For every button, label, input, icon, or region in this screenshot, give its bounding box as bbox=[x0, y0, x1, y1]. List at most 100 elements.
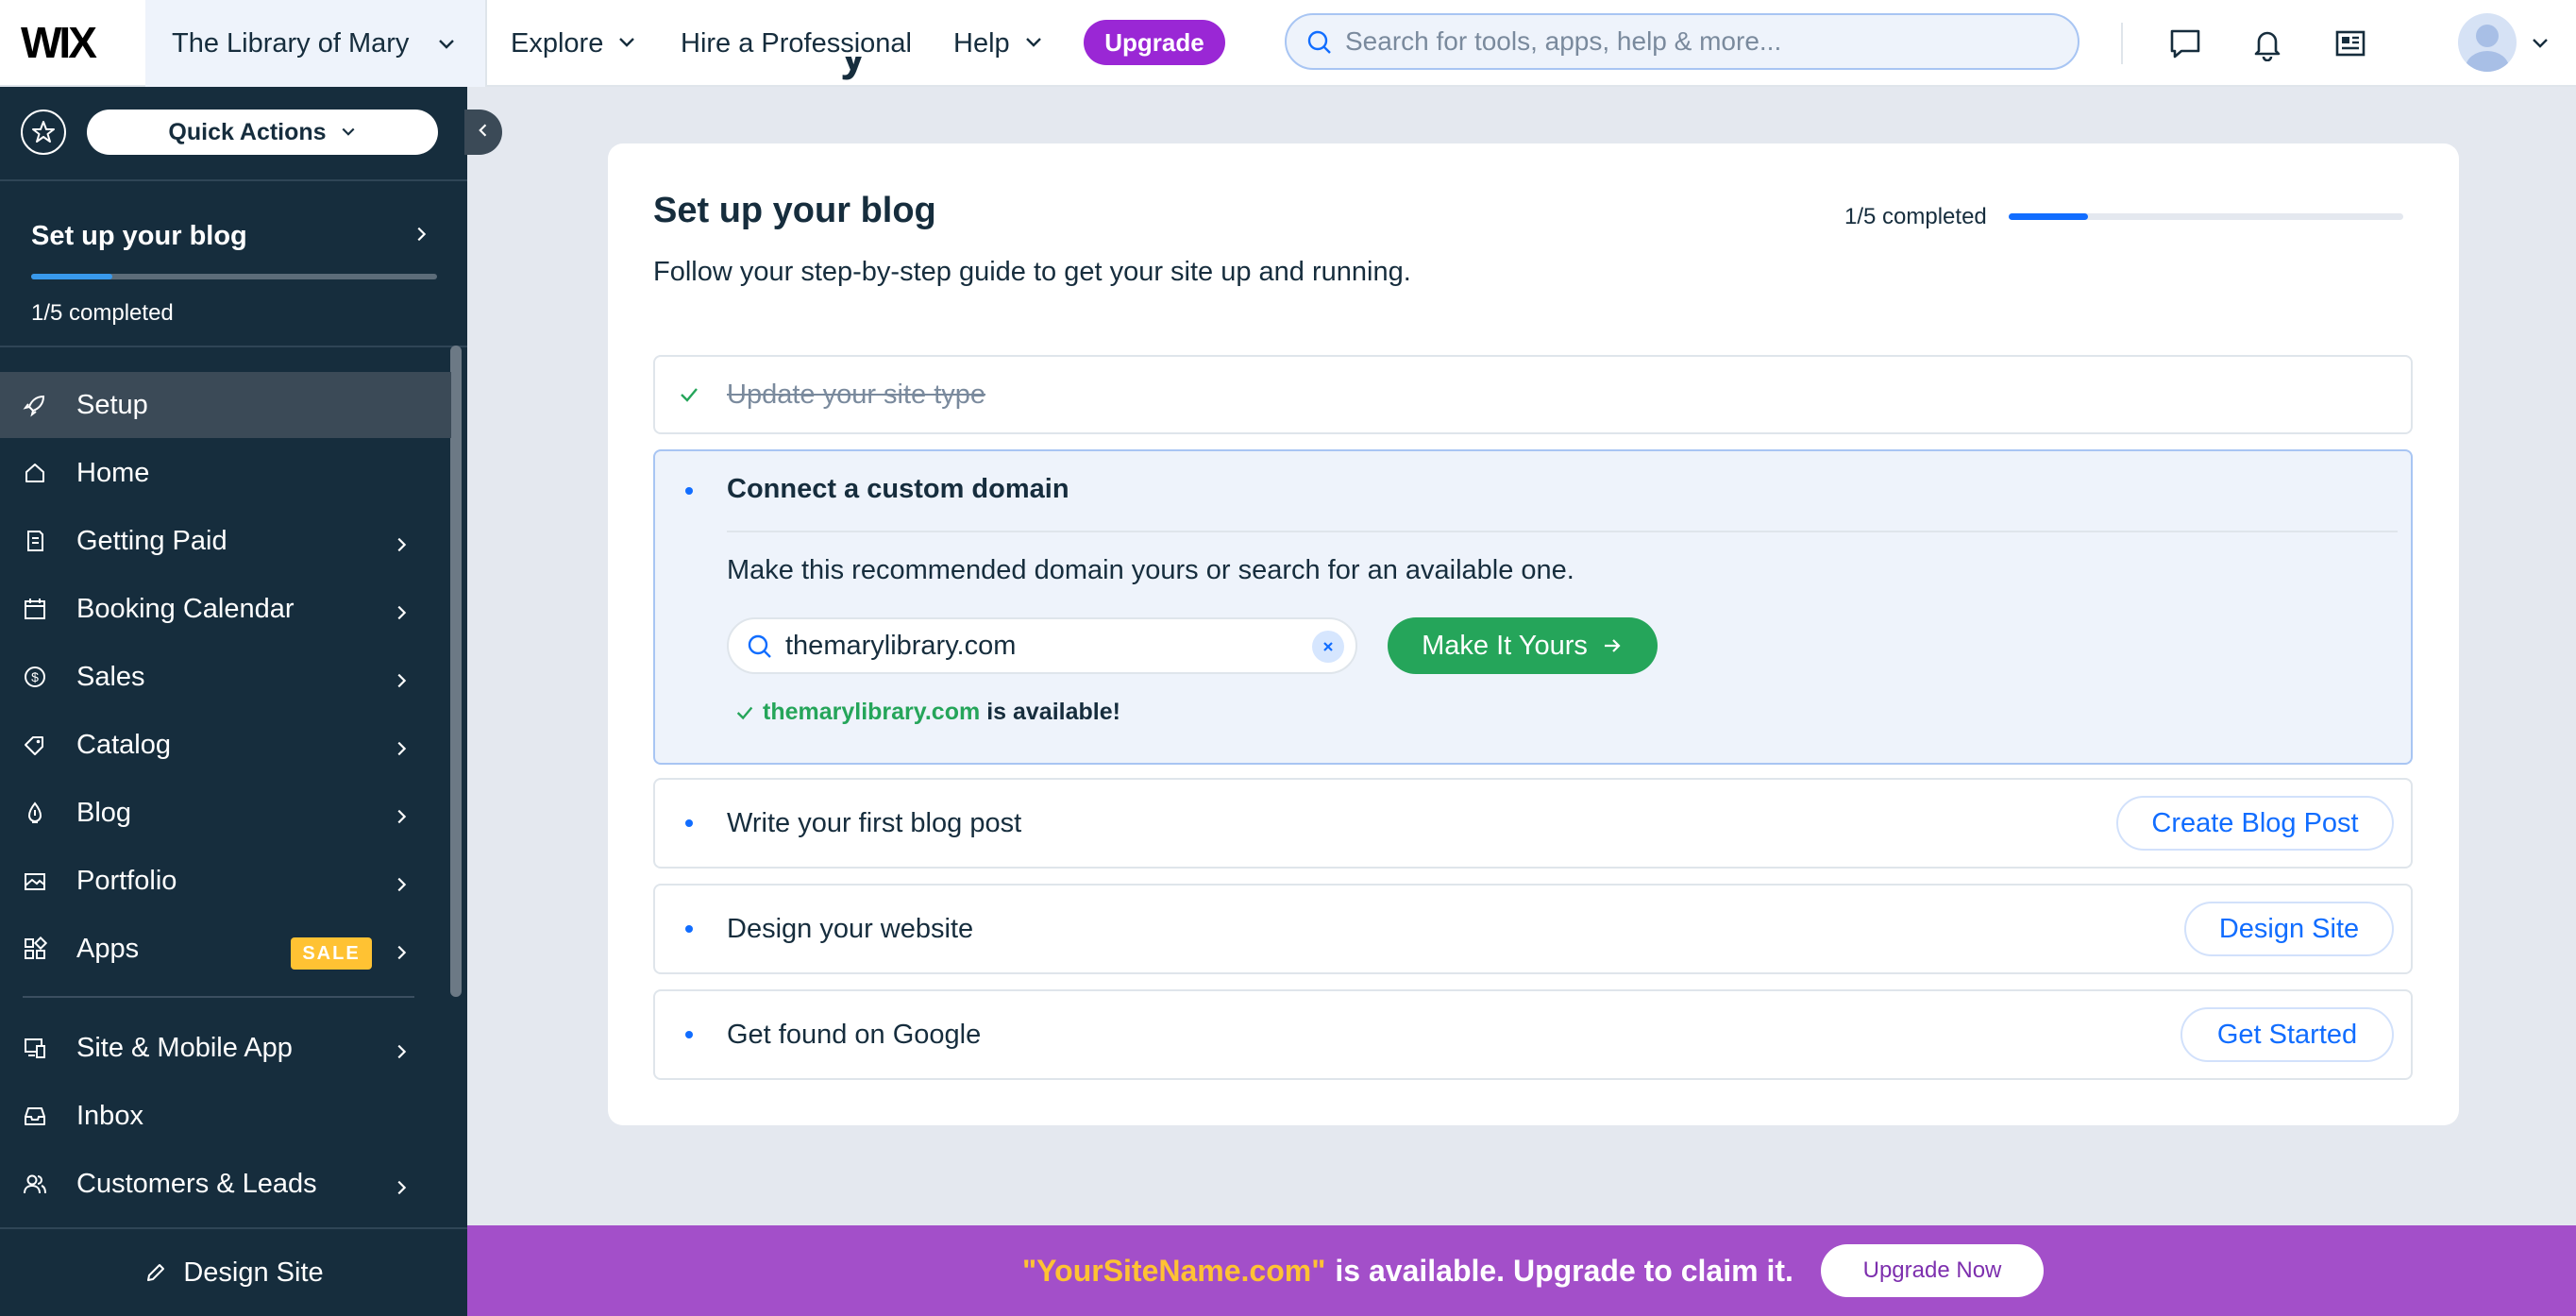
banner-domain: "YourSiteName.com" bbox=[1022, 1253, 1326, 1288]
sidebar-item-customers-leads[interactable]: Customers & Leads bbox=[0, 1151, 451, 1217]
domain-search-input[interactable]: themarylibrary.com bbox=[727, 617, 1357, 674]
step-bullet bbox=[685, 819, 693, 827]
step-label: Write your first blog post bbox=[727, 808, 1022, 838]
upgrade-button[interactable]: Upgrade bbox=[1084, 20, 1225, 65]
quick-actions-button[interactable]: Quick Actions bbox=[87, 110, 438, 155]
sidebar-divider bbox=[23, 996, 414, 998]
top-bar: WIX The Library of Mary Explore Hire a P… bbox=[0, 0, 2576, 87]
step-update-site-type[interactable]: Update your site type bbox=[653, 355, 2413, 434]
chat-icon[interactable] bbox=[2164, 23, 2206, 64]
customers-icon bbox=[23, 1172, 47, 1196]
collapse-sidebar-button[interactable] bbox=[464, 110, 502, 155]
step-bullet bbox=[685, 925, 693, 933]
avatar-icon[interactable] bbox=[2458, 13, 2517, 72]
home-icon bbox=[23, 461, 47, 485]
chevron-down-icon[interactable] bbox=[2530, 32, 2551, 58]
sidebar-item-getting-paid[interactable]: Getting Paid bbox=[0, 508, 451, 574]
sidebar-item-label: Blog bbox=[76, 797, 132, 828]
sidebar-item-label: Booking Calendar bbox=[76, 593, 295, 624]
sidebar-design-site-button[interactable]: Design Site bbox=[0, 1227, 467, 1316]
arrow-right-icon bbox=[1601, 634, 1624, 657]
chevron-down-icon bbox=[1023, 28, 1044, 59]
sidebar-item-blog[interactable]: Blog bbox=[0, 780, 451, 846]
chevron-right-icon[interactable] bbox=[412, 225, 430, 248]
site-name: The Library of Mary bbox=[172, 27, 410, 59]
chevron-right-icon bbox=[392, 870, 411, 902]
setup-card: Set up your blog Follow your step-by-ste… bbox=[608, 143, 2459, 1125]
search-icon bbox=[1305, 28, 1334, 63]
make-it-yours-button[interactable]: Make It Yours bbox=[1388, 617, 1658, 674]
setup-completed-text: 1/5 completed bbox=[1844, 204, 1987, 229]
sidebar-item-inbox[interactable]: Inbox bbox=[0, 1083, 451, 1149]
create-blog-post-button[interactable]: Create Blog Post bbox=[2116, 796, 2394, 851]
search-placeholder: Search for tools, apps, help & more... bbox=[1345, 26, 1782, 56]
nav-explore-label: Explore bbox=[511, 27, 604, 59]
clear-icon[interactable] bbox=[1312, 631, 1344, 663]
upgrade-banner: "YourSiteName.com" is available. Upgrade… bbox=[467, 1225, 2576, 1316]
nav-hire-label: Hire a Professional bbox=[681, 27, 912, 59]
nav-help[interactable]: Help bbox=[953, 0, 1044, 87]
step-write-blog-post: Write your first blog post Create Blog P… bbox=[653, 778, 2413, 869]
chevron-right-icon bbox=[392, 1173, 411, 1205]
sidebar-setup-progress bbox=[31, 274, 437, 279]
sidebar-design-site-label: Design Site bbox=[183, 1257, 324, 1288]
chevron-down-icon bbox=[340, 119, 357, 146]
calendar-icon bbox=[23, 597, 47, 621]
chevron-right-icon bbox=[392, 666, 411, 698]
search-icon bbox=[746, 633, 774, 668]
site-selector[interactable]: The Library of Mary bbox=[145, 0, 487, 87]
make-it-yours-label: Make It Yours bbox=[1422, 630, 1588, 661]
get-started-button[interactable]: Get Started bbox=[2180, 1007, 2394, 1062]
chevron-right-icon bbox=[392, 734, 411, 766]
chevron-down-icon bbox=[436, 30, 457, 61]
nav-explore[interactable]: Explore bbox=[511, 0, 637, 87]
step-label: Update your site type bbox=[727, 380, 986, 410]
domain-available-message: themarylibrary.com is available! bbox=[734, 699, 1120, 726]
sidebar-setup-progress-fill bbox=[31, 274, 112, 279]
apps-icon bbox=[23, 936, 47, 961]
sidebar-item-booking-calendar[interactable]: Booking Calendar bbox=[0, 576, 451, 642]
sidebar-scrollbar[interactable] bbox=[450, 346, 462, 997]
rocket-icon bbox=[23, 393, 47, 417]
search-input[interactable]: Search for tools, apps, help & more... bbox=[1285, 13, 2079, 70]
available-suffix: is available! bbox=[986, 699, 1120, 725]
check-icon bbox=[734, 702, 755, 723]
step-bullet bbox=[685, 487, 693, 495]
sidebar-item-label: Catalog bbox=[76, 729, 171, 760]
chevron-right-icon bbox=[392, 1038, 411, 1069]
domain-description: Make this recommended domain yours or se… bbox=[727, 555, 1574, 585]
available-domain: themarylibrary.com bbox=[763, 699, 981, 725]
sidebar-item-site-mobile-app[interactable]: Site & Mobile App bbox=[0, 1015, 451, 1081]
step-connect-domain: Connect a custom domain Make this recomm… bbox=[653, 449, 2413, 765]
sidebar-item-label: Apps bbox=[76, 933, 140, 964]
setup-progress-bar bbox=[2009, 213, 2403, 220]
design-site-button[interactable]: Design Site bbox=[2184, 902, 2394, 956]
upgrade-now-button[interactable]: Upgrade Now bbox=[1821, 1244, 2044, 1297]
page-title: Set up your blog bbox=[653, 191, 936, 230]
pen-nib-icon bbox=[23, 801, 47, 825]
step-label: Get found on Google bbox=[727, 1020, 982, 1050]
bell-icon[interactable] bbox=[2247, 23, 2288, 64]
inbox-icon bbox=[23, 1104, 47, 1128]
sidebar-item-apps[interactable]: Apps SALE bbox=[0, 916, 451, 982]
sidebar-item-home[interactable]: Home bbox=[0, 440, 451, 506]
sidebar-item-sales[interactable]: $ Sales bbox=[0, 644, 451, 710]
sidebar-item-setup[interactable]: Setup bbox=[0, 372, 451, 438]
sale-badge: SALE bbox=[291, 937, 372, 970]
sidebar-item-portfolio[interactable]: Portfolio bbox=[0, 848, 451, 914]
receipt-icon bbox=[23, 529, 47, 553]
sidebar: Quick Actions Set up your blog 1/5 compl… bbox=[0, 87, 467, 1316]
sidebar-setup-title[interactable]: Set up your blog bbox=[31, 221, 247, 252]
sidebar-divider bbox=[0, 179, 467, 181]
setup-progress-fill bbox=[2009, 213, 2088, 220]
banner-message: "YourSiteName.com" is available. Upgrade… bbox=[1022, 1225, 1793, 1316]
dollar-icon: $ bbox=[23, 665, 47, 689]
sidebar-divider bbox=[0, 346, 467, 347]
news-icon[interactable] bbox=[2330, 23, 2371, 64]
wix-logo[interactable]: WIX bbox=[21, 17, 97, 68]
pencil-icon bbox=[143, 1260, 168, 1285]
step-label: Connect a custom domain bbox=[727, 474, 1069, 504]
step-get-found-google: Get found on Google Get Started bbox=[653, 989, 2413, 1080]
sidebar-item-catalog[interactable]: Catalog bbox=[0, 712, 451, 778]
star-icon[interactable] bbox=[21, 110, 66, 155]
